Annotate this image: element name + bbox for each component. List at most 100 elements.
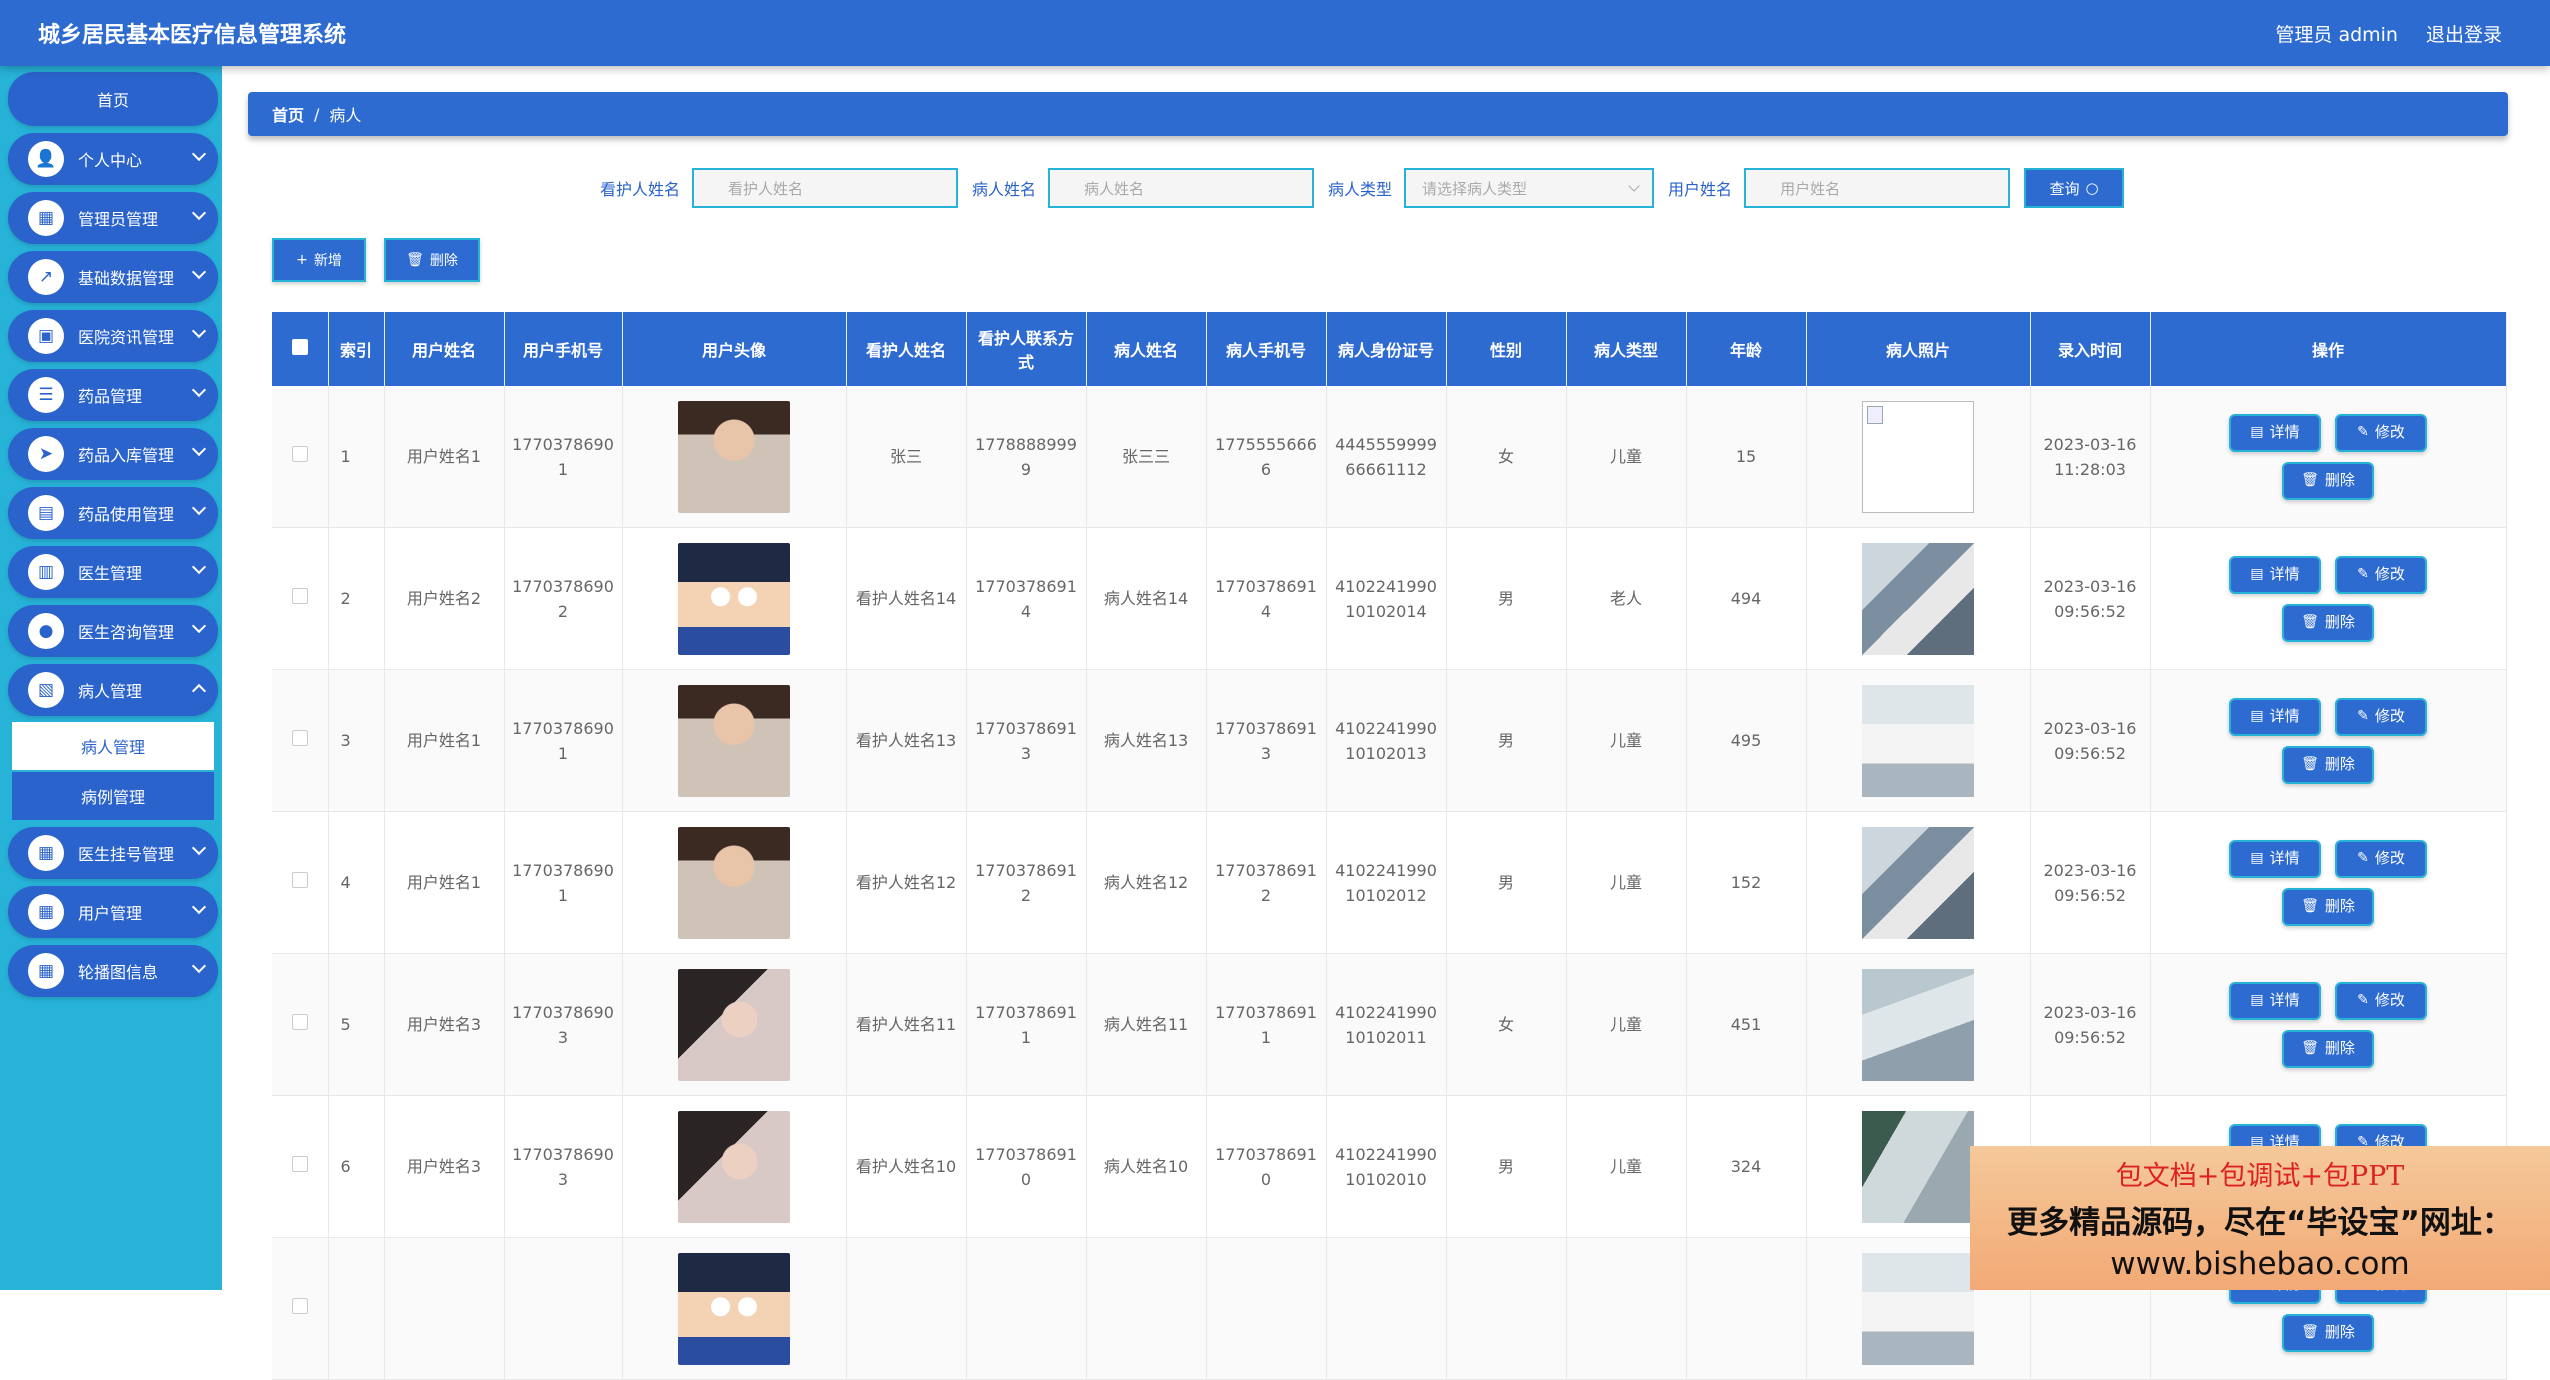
patient-name-input[interactable]: 病人姓名 xyxy=(1048,168,1315,208)
sidebar-item-9[interactable]: ▧ 病人管理 xyxy=(8,664,218,716)
avatar xyxy=(678,826,790,939)
sidebar-item-home[interactable]: 首页 xyxy=(8,72,218,126)
edit-button[interactable]: ✎ 修改 xyxy=(2335,981,2427,1020)
select-all-cell[interactable] xyxy=(272,312,329,386)
sidebar-item-7[interactable]: ▥ 医生管理 xyxy=(8,546,218,598)
query-button[interactable]: 查询 ○ xyxy=(2024,168,2125,208)
photo-cell xyxy=(1806,953,2031,1096)
detail-button[interactable]: ▤ 详情 xyxy=(2229,697,2321,736)
caregiver-phone-cell: 17703786910 xyxy=(966,1095,1087,1238)
caregiver-phone-cell: 17788889999 xyxy=(966,386,1087,528)
age-cell: 152 xyxy=(1686,811,1807,954)
row-checkbox[interactable] xyxy=(291,1298,308,1314)
delete-button[interactable]: 🗑 删除 xyxy=(2282,745,2374,784)
patient-photo xyxy=(1862,400,1974,513)
submenu-item[interactable]: 病例管理 xyxy=(12,772,214,820)
row-checkbox[interactable] xyxy=(291,730,308,746)
sidebar-item-2[interactable]: ↗ 基础数据管理 xyxy=(8,251,218,303)
user-name-input[interactable]: 用户姓名 xyxy=(1744,168,2011,208)
column-header: 用户姓名 xyxy=(384,312,505,386)
caregiver-name-input[interactable]: 看护人姓名 xyxy=(692,168,959,208)
sidebar-item-10[interactable]: ▦ 医生挂号管理 xyxy=(8,827,218,879)
menu-icon: ▣ xyxy=(28,318,64,354)
sidebar-item-label: 医生咨询管理 xyxy=(78,623,175,642)
caregiver-phone-cell xyxy=(966,1237,1087,1380)
detail-button[interactable]: ▤ 详情 xyxy=(2229,555,2321,594)
column-header: 索引 xyxy=(328,312,385,386)
patient-name-cell: 病人姓名12 xyxy=(1086,811,1207,954)
chevron-down-icon xyxy=(191,958,207,974)
caregiver-name-cell: 看护人姓名13 xyxy=(846,669,967,812)
avatar xyxy=(678,400,790,513)
select-cell[interactable] xyxy=(272,386,329,528)
sidebar-item-5[interactable]: ➤ 药品入库管理 xyxy=(8,428,218,480)
column-header: 病人照片 xyxy=(1806,312,2031,386)
age-cell: 451 xyxy=(1686,953,1807,1096)
add-button[interactable]: + 新增 xyxy=(272,238,366,282)
patient-type-cell: 儿童 xyxy=(1566,1095,1687,1238)
user-phone-cell xyxy=(504,1237,623,1380)
trash-icon: 🗑 xyxy=(2301,614,2319,630)
edit-button[interactable]: ✎ 修改 xyxy=(2335,413,2427,452)
select-cell[interactable] xyxy=(272,527,329,670)
breadcrumb-home[interactable]: 首页 xyxy=(272,102,304,126)
row-checkbox[interactable] xyxy=(291,1156,308,1172)
row-checkbox[interactable] xyxy=(291,872,308,888)
delete-button[interactable]: 🗑 删除 xyxy=(2282,1313,2374,1352)
gender-cell xyxy=(1446,1237,1567,1380)
id-number-cell: 410224199010102011 xyxy=(1326,953,1447,1096)
chevron-down-icon xyxy=(191,840,207,856)
breadcrumb-separator: / xyxy=(314,104,320,124)
patient-type-select[interactable]: 请选择病人类型 xyxy=(1404,168,1655,208)
edit-button[interactable]: ✎ 修改 xyxy=(2335,697,2427,736)
select-cell[interactable] xyxy=(272,811,329,954)
select-all-checkbox[interactable] xyxy=(291,339,308,355)
select-cell[interactable] xyxy=(272,1237,329,1380)
detail-button[interactable]: ▤ 详情 xyxy=(2229,413,2321,452)
detail-button[interactable]: ▤ 详情 xyxy=(2229,839,2321,878)
select-cell[interactable] xyxy=(272,1095,329,1238)
document-icon: ▤ xyxy=(2250,566,2264,582)
sidebar-item-label: 医院资讯管理 xyxy=(78,328,175,347)
delete-button[interactable]: 🗑 删除 xyxy=(2282,461,2374,500)
sidebar-item-3[interactable]: ▣ 医院资讯管理 xyxy=(8,310,218,362)
delete-button[interactable]: 🗑 删除 xyxy=(2282,1029,2374,1068)
row-actions-top: ▤ 详情 ✎ 修改 xyxy=(2229,839,2427,878)
column-header: 录入时间 xyxy=(2030,312,2151,386)
detail-label: 详情 xyxy=(2269,423,2300,441)
edit-button[interactable]: ✎ 修改 xyxy=(2335,555,2427,594)
sidebar-item-8[interactable]: ● 医生咨询管理 xyxy=(8,605,218,657)
chevron-down-icon xyxy=(191,382,207,398)
document-icon: ▤ xyxy=(2250,424,2264,440)
detail-button[interactable]: ▤ 详情 xyxy=(2229,981,2321,1020)
current-user[interactable]: 管理员 admin xyxy=(2275,20,2398,47)
submenu-item[interactable]: 病人管理 xyxy=(12,722,214,770)
user-phone-cell: 17703786903 xyxy=(504,953,623,1096)
caregiver-phone-cell: 17703786912 xyxy=(966,811,1087,954)
delete-button[interactable]: 🗑 删除 xyxy=(2282,887,2374,926)
delete-button[interactable]: 🗑 删除 xyxy=(2282,603,2374,642)
row-checkbox[interactable] xyxy=(291,446,308,462)
sidebar-item-6[interactable]: ▤ 药品使用管理 xyxy=(8,487,218,539)
row-checkbox[interactable] xyxy=(291,588,308,604)
column-header: 用户手机号 xyxy=(504,312,623,386)
toolbar: + 新增 🗑 删除 xyxy=(272,238,480,282)
logout-link[interactable]: 退出登录 xyxy=(2426,20,2502,47)
sidebar-item-0[interactable]: 👤 个人中心 xyxy=(8,133,218,185)
patient-type-cell: 儿童 xyxy=(1566,386,1687,528)
sidebar-item-12[interactable]: ▦ 轮播图信息 xyxy=(8,945,218,997)
query-button-label: 查询 xyxy=(2049,179,2080,198)
batch-delete-button[interactable]: 🗑 删除 xyxy=(384,238,480,282)
avatar xyxy=(678,1110,790,1223)
delete-label: 删除 xyxy=(2324,471,2355,489)
row-checkbox[interactable] xyxy=(291,1014,308,1030)
sidebar-item-1[interactable]: ▦ 管理员管理 xyxy=(8,192,218,244)
avatar-cell xyxy=(622,953,847,1096)
breadcrumb-current: 病人 xyxy=(329,106,362,125)
sidebar-item-4[interactable]: ☰ 药品管理 xyxy=(8,369,218,421)
sidebar-item-11[interactable]: ▦ 用户管理 xyxy=(8,886,218,938)
edit-button[interactable]: ✎ 修改 xyxy=(2335,839,2427,878)
actions-cell: ▤ 详情 ✎ 修改 🗑 删除 xyxy=(2150,811,2507,954)
select-cell[interactable] xyxy=(272,669,329,812)
select-cell[interactable] xyxy=(272,953,329,1096)
